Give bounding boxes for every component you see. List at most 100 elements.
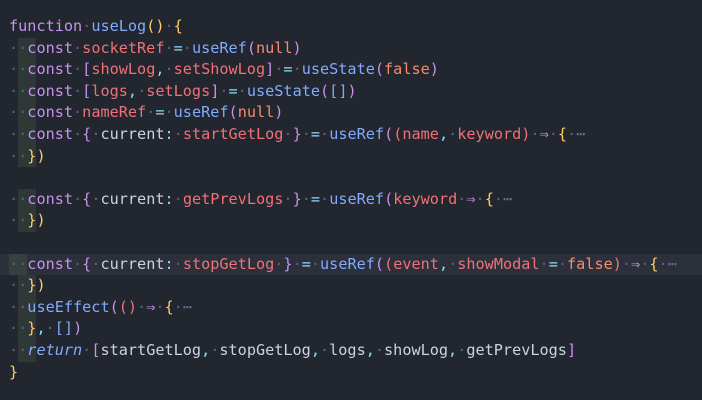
code-token: const	[27, 103, 74, 122]
code-line[interactable]: ··useEffect(()·⇒·{·⋯	[9, 296, 702, 319]
whitespace-marker: ·	[73, 81, 83, 100]
whitespace-marker: ··	[9, 276, 28, 295]
code-token: useRef	[320, 254, 375, 273]
code-token: showLog	[91, 60, 156, 79]
code-token: setLogs	[146, 81, 211, 100]
whitespace-marker: ·	[45, 319, 55, 338]
whitespace-marker: ·	[448, 254, 458, 273]
code-token: false	[567, 254, 613, 273]
whitespace-marker: ·	[219, 81, 229, 100]
whitespace-marker: ·	[164, 17, 174, 35]
code-token: const	[27, 81, 74, 100]
code-token: const	[27, 38, 74, 57]
code-line[interactable]: ··const·{·current:·startGetLog·}·=·useRe…	[9, 123, 702, 146]
whitespace-marker: ·	[448, 124, 458, 143]
whitespace-marker: ·	[73, 189, 83, 208]
whitespace-marker: ·	[155, 297, 165, 316]
code-token: )	[73, 319, 83, 338]
whitespace-marker: ·	[301, 124, 311, 143]
whitespace-marker: ·	[658, 254, 668, 273]
code-token: {	[484, 189, 494, 208]
code-token: useRef	[329, 124, 385, 143]
code-token: {	[649, 254, 659, 273]
code-line[interactable]: ··})	[9, 275, 702, 297]
code-token: })	[27, 211, 46, 230]
code-line[interactable]: }	[9, 362, 702, 384]
code-token: ⇒	[146, 297, 156, 316]
code-token: ⇒	[466, 189, 476, 208]
code-token: ,	[438, 124, 449, 143]
code-token: useState	[301, 60, 375, 79]
code-token: })	[27, 276, 46, 295]
whitespace-marker: ··	[9, 189, 28, 208]
code-line[interactable]: ··const·[showLog,·setShowLog]·=·useState…	[9, 59, 702, 81]
code-token: current	[100, 254, 165, 273]
code-token: useEffect	[27, 297, 110, 316]
code-line[interactable]: ··const·[logs,·setLogs]·=·useState([])	[9, 80, 702, 103]
code-token: ()	[118, 297, 138, 316]
code-line[interactable]: ··const·nameRef·=·useRef(null)	[9, 102, 702, 124]
code-token: }	[292, 124, 302, 143]
code-token: {	[173, 17, 183, 35]
code-line[interactable]: ··})	[9, 145, 702, 168]
whitespace-marker: ··	[9, 319, 28, 338]
code-token: ⋯	[667, 254, 677, 273]
code-token: ,	[365, 340, 375, 359]
code-line[interactable]	[9, 167, 702, 189]
code-token: :	[164, 124, 174, 143]
whitespace-marker: ·	[237, 81, 247, 100]
code-line[interactable]: ··const·socketRef·=·useRef(null)	[9, 37, 702, 60]
whitespace-marker: ·	[73, 254, 83, 273]
code-token: =	[228, 81, 238, 100]
code-editor[interactable]: function·useLog()·{··const·socketRef·=·u…	[0, 0, 702, 400]
code-line[interactable]	[9, 232, 702, 254]
code-area[interactable]: function·useLog()·{··const·socketRef·=·u…	[0, 16, 702, 384]
code-token: ]	[566, 340, 577, 359]
code-token: showLog	[384, 340, 449, 359]
code-line[interactable]: ··return·[startGetLog,·stopGetLog,·logs,…	[9, 339, 702, 362]
code-line[interactable]: function·useLog()·{	[9, 16, 702, 38]
whitespace-marker: ·	[292, 60, 302, 79]
whitespace-marker: ·	[493, 189, 504, 208]
code-token: )	[612, 254, 622, 273]
whitespace-marker: ··	[9, 60, 28, 79]
whitespace-marker: ·	[319, 340, 330, 359]
whitespace-marker: ·	[475, 189, 485, 208]
code-token: (	[109, 297, 119, 316]
whitespace-marker: ··	[9, 146, 28, 165]
code-token: ,	[155, 60, 165, 79]
code-token: stopGetLog	[219, 340, 311, 359]
code-token: []	[54, 319, 74, 338]
code-token: [	[82, 81, 92, 100]
code-token: false	[384, 60, 430, 79]
whitespace-marker: ··	[9, 81, 28, 100]
whitespace-marker: ··	[9, 103, 28, 122]
code-token: =	[173, 38, 183, 57]
code-token: =	[310, 124, 321, 143]
code-token: keyword	[457, 124, 522, 143]
code-token: }	[283, 254, 293, 273]
code-token: return	[27, 340, 83, 359]
whitespace-marker: ·	[137, 297, 147, 316]
code-token: {	[82, 124, 92, 143]
code-token: (	[246, 38, 256, 57]
code-line[interactable]: ··},·[])	[9, 318, 702, 340]
code-token: ,	[448, 340, 458, 359]
whitespace-marker: ·	[82, 340, 92, 359]
code-token: getPrevLogs	[182, 189, 284, 208]
code-line[interactable]: ··const·{·current:·stopGetLog·}·=·useRef…	[0, 253, 702, 276]
whitespace-marker: ·	[164, 38, 174, 57]
whitespace-marker: ·	[567, 124, 577, 143]
code-token: ,	[310, 340, 320, 359]
code-token: =	[310, 189, 321, 208]
code-token: ,	[36, 319, 46, 338]
code-line[interactable]: ··})	[9, 210, 702, 232]
code-token: ]	[265, 60, 275, 79]
code-token: ()	[146, 17, 165, 35]
code-token: logs	[91, 81, 128, 100]
code-token: ⇒	[539, 124, 549, 143]
whitespace-marker: ·	[173, 297, 183, 316]
code-token: useRef	[173, 103, 229, 122]
code-token: function	[9, 17, 83, 35]
code-line[interactable]: ··const·{·current:·getPrevLogs·}·=·useRe…	[9, 188, 702, 211]
